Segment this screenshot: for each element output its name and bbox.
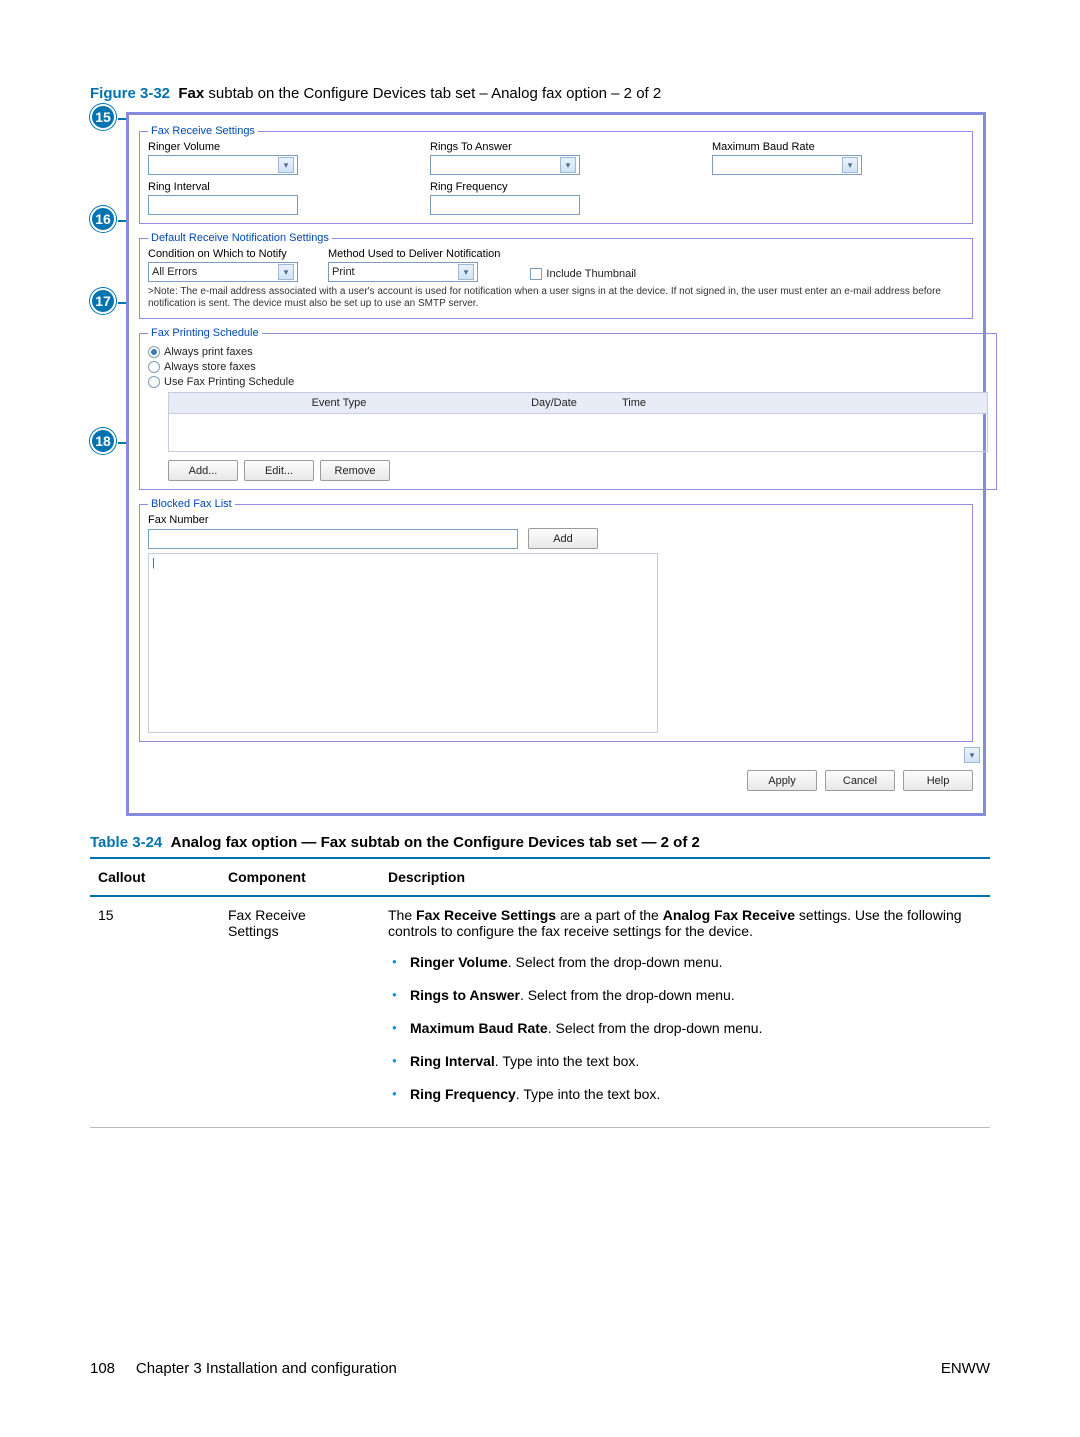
table-caption: Table 3-24 Analog fax option — Fax subta… bbox=[90, 834, 990, 851]
screenshot-wrapper: 15 16 17 18 Fax Receive Settings Ringer … bbox=[126, 112, 990, 816]
rings-to-answer-select[interactable]: ▾ bbox=[430, 155, 580, 175]
radio-use-schedule[interactable] bbox=[148, 376, 160, 388]
figure-title-rest: subtab on the Configure Devices tab set … bbox=[204, 85, 661, 102]
figure-caption: Figure 3-32 Fax subtab on the Configure … bbox=[90, 85, 990, 102]
th-description: Description bbox=[380, 858, 990, 896]
condition-select[interactable]: All Errors▾ bbox=[148, 262, 298, 282]
fax-receive-settings: Fax Receive Settings Ringer Volume ▾ Rin… bbox=[139, 125, 973, 224]
cell-callout: 15 bbox=[90, 896, 220, 1128]
list-item: Ringer Volume. Select from the drop-down… bbox=[388, 953, 982, 972]
fax-printing-schedule: Fax Printing Schedule Always print faxes… bbox=[139, 327, 997, 490]
add-fax-number-button[interactable]: Add bbox=[528, 528, 598, 549]
bullet-list: Ringer Volume. Select from the drop-down… bbox=[388, 953, 982, 1103]
cancel-button[interactable]: Cancel bbox=[825, 770, 895, 791]
chevron-down-icon: ▾ bbox=[842, 157, 858, 173]
receive-legend: Fax Receive Settings bbox=[148, 125, 258, 137]
screenshot-image: Fax Receive Settings Ringer Volume ▾ Rin… bbox=[126, 112, 986, 816]
lbl-include-thumbnail: Include Thumbnail bbox=[546, 268, 636, 280]
fax-number-input[interactable] bbox=[148, 529, 518, 549]
ring-interval-input[interactable] bbox=[148, 195, 298, 215]
radio-always-store[interactable] bbox=[148, 361, 160, 373]
lbl-ring-frequency: Ring Frequency bbox=[430, 181, 682, 193]
schedule-table-header: Event Type Day/Date Time bbox=[168, 392, 988, 414]
chapter-title: Chapter 3 Installation and configuration bbox=[136, 1360, 397, 1377]
blocked-fax-list: Blocked Fax List Fax Number Add | bbox=[139, 498, 973, 742]
schedule-table-body bbox=[168, 414, 988, 452]
help-button[interactable]: Help bbox=[903, 770, 973, 791]
th-component: Component bbox=[220, 858, 380, 896]
blocked-fax-listbox[interactable]: | bbox=[148, 553, 658, 733]
lbl-ring-interval: Ring Interval bbox=[148, 181, 400, 193]
figure-title-bold: Fax bbox=[178, 85, 204, 102]
method-select[interactable]: Print▾ bbox=[328, 262, 478, 282]
list-item: Ring Interval. Type into the text box. bbox=[388, 1052, 982, 1071]
th-callout: Callout bbox=[90, 858, 220, 896]
list-item: Maximum Baud Rate. Select from the drop-… bbox=[388, 1019, 982, 1038]
lbl-rings-to-answer: Rings To Answer bbox=[430, 141, 682, 153]
default-receive-notification: Default Receive Notification Settings Co… bbox=[139, 232, 973, 319]
list-item: Rings to Answer. Select from the drop-do… bbox=[388, 986, 982, 1005]
schedule-legend: Fax Printing Schedule bbox=[148, 327, 262, 339]
cell-description: The Fax Receive Settings are a part of t… bbox=[380, 896, 990, 1128]
table-row: 15 Fax Receive Settings The Fax Receive … bbox=[90, 896, 990, 1128]
blocked-legend: Blocked Fax List bbox=[148, 498, 235, 510]
max-baud-select[interactable]: ▾ bbox=[712, 155, 862, 175]
page-number: 108 bbox=[90, 1360, 115, 1377]
scroll-down-icon[interactable]: ▾ bbox=[964, 747, 980, 763]
cell-component: Fax Receive Settings bbox=[220, 896, 380, 1128]
lbl-method: Method Used to Deliver Notification bbox=[328, 248, 500, 260]
lbl-max-baud: Maximum Baud Rate bbox=[712, 141, 964, 153]
page-footer: 108 Chapter 3 Installation and configura… bbox=[90, 1360, 990, 1377]
list-placeholder: | bbox=[152, 557, 155, 569]
chevron-down-icon: ▾ bbox=[560, 157, 576, 173]
lbl-condition: Condition on Which to Notify bbox=[148, 248, 298, 260]
lbl-always-print: Always print faxes bbox=[164, 346, 253, 358]
notify-note: >Note: The e-mail address associated wit… bbox=[148, 286, 964, 310]
radio-always-print[interactable] bbox=[148, 346, 160, 358]
include-thumbnail-checkbox[interactable] bbox=[530, 268, 542, 280]
callout-18: 18 bbox=[90, 428, 116, 454]
table-number: Table 3-24 bbox=[90, 834, 162, 851]
chevron-down-icon: ▾ bbox=[278, 157, 294, 173]
col-event-type: Event Type bbox=[169, 397, 509, 409]
footer-right: ENWW bbox=[941, 1360, 990, 1377]
callout-15: 15 bbox=[90, 104, 116, 130]
apply-button[interactable]: Apply bbox=[747, 770, 817, 791]
col-time: Time bbox=[599, 397, 669, 409]
lbl-ringer-volume: Ringer Volume bbox=[148, 141, 400, 153]
chevron-down-icon: ▾ bbox=[458, 264, 474, 280]
col-day-date: Day/Date bbox=[509, 397, 599, 409]
callout-17: 17 bbox=[90, 288, 116, 314]
figure-number: Figure 3-32 bbox=[90, 85, 170, 102]
lbl-fax-number: Fax Number bbox=[148, 514, 964, 526]
ring-frequency-input[interactable] bbox=[430, 195, 580, 215]
edit-button[interactable]: Edit... bbox=[244, 460, 314, 481]
ringer-volume-select[interactable]: ▾ bbox=[148, 155, 298, 175]
remove-button[interactable]: Remove bbox=[320, 460, 390, 481]
notify-legend: Default Receive Notification Settings bbox=[148, 232, 332, 244]
table-caption-text: Analog fax option — Fax subtab on the Co… bbox=[171, 834, 700, 851]
add-button[interactable]: Add... bbox=[168, 460, 238, 481]
lbl-always-store: Always store faxes bbox=[164, 361, 256, 373]
callout-16: 16 bbox=[90, 206, 116, 232]
list-item: Ring Frequency. Type into the text box. bbox=[388, 1085, 982, 1104]
chevron-down-icon: ▾ bbox=[278, 264, 294, 280]
lbl-use-schedule: Use Fax Printing Schedule bbox=[164, 376, 294, 388]
description-table: Callout Component Description 15 Fax Rec… bbox=[90, 857, 990, 1128]
